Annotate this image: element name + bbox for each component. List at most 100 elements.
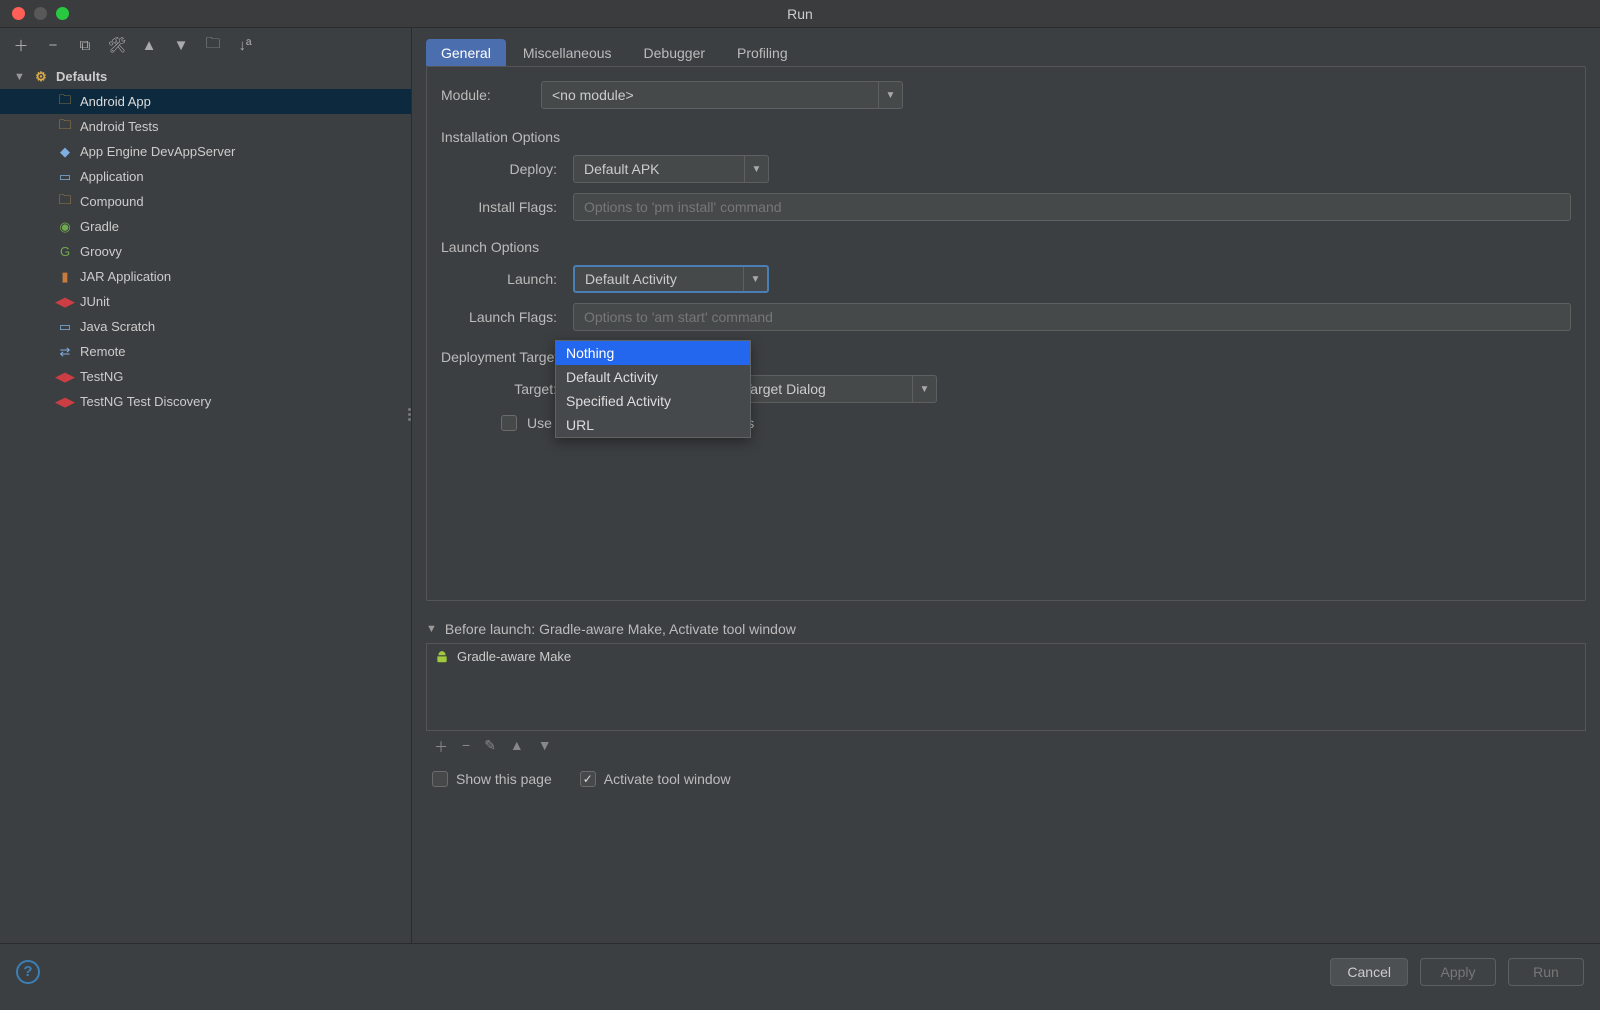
folder-icon: 🗀 [56,93,74,111]
tree-item-application[interactable]: ▭ Application [0,164,411,189]
run-button[interactable]: Run [1508,958,1584,986]
tree-item-android-tests[interactable]: 🗀 Android Tests [0,114,411,139]
up-icon[interactable]: ▲ [510,737,524,757]
minimize-window-button[interactable] [34,7,47,20]
tree-item-label: JUnit [80,294,110,309]
tree-item-label: Remote [80,344,126,359]
tree-item-testng-discovery[interactable]: ◀▶ TestNG Test Discovery [0,389,411,414]
installation-options-header: Installation Options [441,129,1571,145]
scratch-icon: ▭ [56,318,74,336]
dropdown-item-default-activity[interactable]: Default Activity [556,365,750,389]
down-icon[interactable]: ▼ [538,737,552,757]
copy-icon[interactable]: ⧉ [76,36,94,54]
tab-debugger[interactable]: Debugger [629,39,721,66]
tree-item-label: Application [80,169,144,184]
up-icon[interactable]: ▲ [140,36,158,54]
launch-dropdown-list: Nothing Default Activity Specified Activ… [555,340,751,438]
before-launch-item-label: Gradle-aware Make [457,649,571,664]
remove-icon[interactable]: − [462,737,470,757]
chevron-down-icon: ▼ [744,156,768,182]
application-icon: ▭ [56,168,74,186]
tree-item-label: Android Tests [80,119,159,134]
tree-item-jar[interactable]: ▮ JAR Application [0,264,411,289]
tree-item-compound[interactable]: 🗀 Compound [0,189,411,214]
down-icon[interactable]: ▼ [172,36,190,54]
tree-item-junit[interactable]: ◀▶ JUnit [0,289,411,314]
tree-item-label: App Engine DevAppServer [80,144,235,159]
chevron-down-icon: ▼ [912,376,936,402]
sort-icon[interactable]: ↓ª [236,36,254,54]
show-page-label: Show this page [456,771,552,787]
launch-label: Launch: [467,271,557,287]
install-flags-input[interactable] [573,193,1571,221]
tree-item-label: JAR Application [80,269,171,284]
before-launch-label: Before launch: Gradle-aware Make, Activa… [445,621,796,637]
dropdown-item-url[interactable]: URL [556,413,750,437]
tree-item-remote[interactable]: ⇄ Remote [0,339,411,364]
zoom-window-button[interactable] [56,7,69,20]
tree-item-gradle[interactable]: ◉ Gradle [0,214,411,239]
jar-icon: ▮ [56,268,74,286]
tab-miscellaneous[interactable]: Miscellaneous [508,39,627,66]
testng-icon: ◀▶ [56,393,74,411]
close-window-button[interactable] [12,7,25,20]
caret-down-icon: ▼ [426,623,437,635]
tree-item-groovy[interactable]: G Groovy [0,239,411,264]
configurations-tree: ▼ ⚙ Defaults 🗀 Android App 🗀 Android Tes… [0,62,411,943]
tree-item-testng[interactable]: ◀▶ TestNG [0,364,411,389]
install-flags-label: Install Flags: [467,199,557,215]
tree-item-label: Compound [80,194,144,209]
checkbox-icon [501,415,517,431]
before-launch-header[interactable]: ▼ Before launch: Gradle-aware Make, Acti… [426,621,1586,637]
chevron-down-icon: ▼ [743,267,767,291]
edit-icon[interactable]: ✎ [484,737,496,757]
tree-item-label: Java Scratch [80,319,155,334]
testng-icon: ◀▶ [56,368,74,386]
before-launch-toolbar: ＋ − ✎ ▲ ▼ [426,731,1586,763]
tree-item-android-app[interactable]: 🗀 Android App [0,89,411,114]
tree-item-java-scratch[interactable]: ▭ Java Scratch [0,314,411,339]
deploy-value: Default APK [574,161,744,177]
cancel-button[interactable]: Cancel [1330,958,1408,986]
splitter-handle[interactable] [408,408,416,428]
dropdown-item-nothing[interactable]: Nothing [556,341,750,365]
activate-window-label: Activate tool window [604,771,731,787]
settings-icon[interactable]: 🛠 [108,36,126,54]
help-icon[interactable]: ? [16,960,40,984]
checkbox-checked-icon: ✓ [580,771,596,787]
remove-icon[interactable]: − [44,36,62,54]
tab-profiling[interactable]: Profiling [722,39,803,66]
tab-general[interactable]: General [426,39,506,66]
dropdown-item-specified-activity[interactable]: Specified Activity [556,389,750,413]
configurations-sidebar: ＋ − ⧉ 🛠 ▲ ▼ 🗀 ↓ª ▼ ⚙ Defaults 🗀 Android … [0,28,412,943]
tree-item-label: TestNG [80,369,123,384]
gradle-icon: ◉ [56,218,74,236]
add-icon[interactable]: ＋ [434,737,448,757]
gear-icon: ⚙ [32,68,50,86]
folder-icon: 🗀 [56,118,74,136]
add-icon[interactable]: ＋ [12,36,30,54]
content-panel: General Miscellaneous Debugger Profiling… [412,28,1600,943]
tree-root-label: Defaults [56,69,107,84]
folder-icon[interactable]: 🗀 [204,36,222,54]
module-combo[interactable]: <no module> ▼ [541,81,903,109]
launch-combo[interactable]: Default Activity ▼ [573,265,769,293]
before-launch-list: Gradle-aware Make [426,643,1586,731]
appengine-icon: ◆ [56,143,74,161]
before-launch-item[interactable]: Gradle-aware Make [427,644,1585,669]
launch-options-header: Launch Options [441,239,1571,255]
activate-tool-window-checkbox[interactable]: ✓ Activate tool window [580,771,731,787]
tree-root-defaults[interactable]: ▼ ⚙ Defaults [0,64,411,89]
android-icon [435,650,449,664]
launch-flags-label: Launch Flags: [467,309,557,325]
deploy-label: Deploy: [467,161,557,177]
deploy-combo[interactable]: Default APK ▼ [573,155,769,183]
tree-item-appengine[interactable]: ◆ App Engine DevAppServer [0,139,411,164]
apply-button[interactable]: Apply [1420,958,1496,986]
launch-flags-input[interactable] [573,303,1571,331]
tree-item-label: Gradle [80,219,119,234]
module-label: Module: [441,87,521,103]
footer: ? Cancel Apply Run [0,943,1600,999]
module-value: <no module> [542,87,878,103]
show-page-checkbox[interactable]: Show this page [432,771,552,787]
